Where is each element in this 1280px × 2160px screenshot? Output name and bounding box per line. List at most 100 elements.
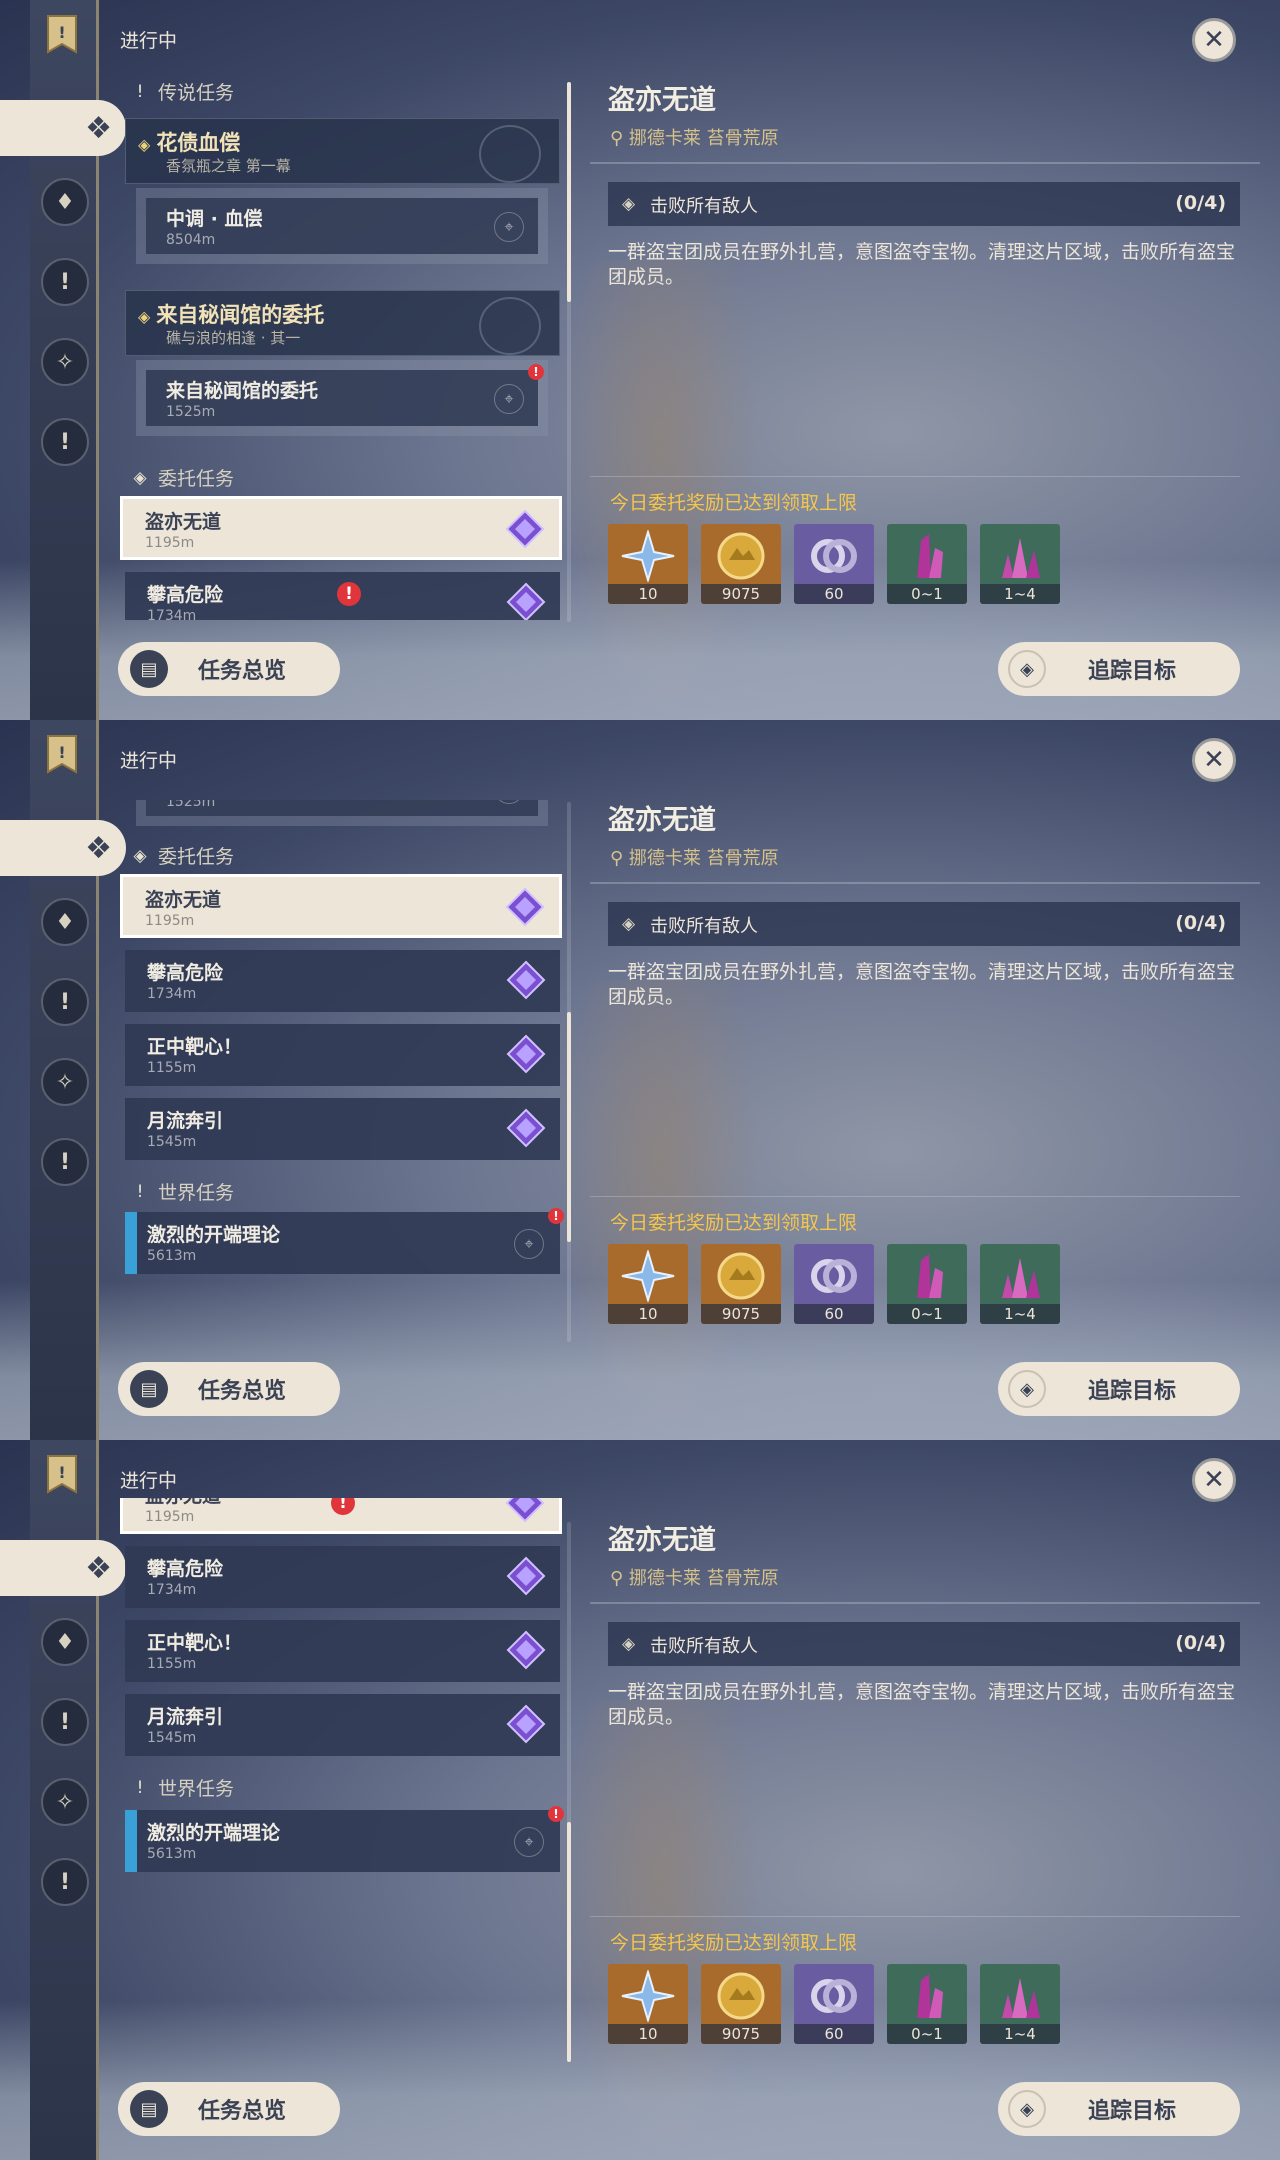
divider	[590, 162, 1260, 164]
reward-adventure-exp[interactable]: 10	[608, 1244, 688, 1324]
scroll-thumb[interactable]	[567, 82, 571, 302]
reward-crystal-ore[interactable]: 0~1	[887, 524, 967, 604]
commission-item[interactable]: 攀高危险 1734m	[125, 950, 560, 1012]
location-pin-icon[interactable]: ⌖	[494, 384, 524, 414]
location-pin-icon[interactable]: ⌖	[514, 1229, 544, 1259]
reward-crystal-ore[interactable]: 0~1	[887, 1964, 967, 2044]
commission-tab[interactable]: ❖	[0, 1540, 126, 1596]
objective-row: ◈ 击败所有敌人 (0/4)	[608, 182, 1240, 226]
reward-companionship-exp[interactable]: 60	[794, 524, 874, 604]
divider	[590, 1916, 1240, 1917]
reward-adventure-exp[interactable]: 10	[608, 524, 688, 604]
location-pin-icon[interactable]: ⌖	[494, 212, 524, 242]
world-quest-item[interactable]: 激烈的开端理论 5613m ⌖ !	[125, 1806, 564, 1872]
quest-overview-button[interactable]: ▤ 任务总览	[118, 642, 340, 696]
commission-tab[interactable]: ❖	[0, 820, 126, 876]
reward-mora[interactable]: 9075	[701, 1964, 781, 2044]
legend-subquest[interactable]: 来自秘闻馆的委托 1525m ⌖ !	[136, 360, 548, 436]
location-pin-icon[interactable]: ⌖	[514, 1827, 544, 1857]
commission-item[interactable]: 攀高危险 1734m !	[125, 572, 560, 620]
track-target-button[interactable]: ◈ 追踪目标	[998, 2082, 1240, 2136]
legend-quest-icon[interactable]: ♦	[41, 1618, 89, 1666]
reward-mora[interactable]: 9075	[701, 524, 781, 604]
quest-diamond-icon: ◈	[138, 307, 151, 326]
reward-crystal-cluster[interactable]: 1~4	[980, 1244, 1060, 1324]
legend-quest-icon[interactable]: ♦	[41, 898, 89, 946]
commission-item[interactable]: 月流奔引 1545m	[125, 1098, 560, 1160]
close-icon: ✕	[1203, 745, 1225, 775]
svg-text:!: !	[58, 1463, 65, 1482]
reward-mora[interactable]: 9075	[701, 1244, 781, 1324]
commission-item[interactable]: 正中靶心！ 1155m	[125, 1620, 560, 1682]
commission-gem-icon	[506, 1704, 546, 1744]
quest-emblem-icon	[479, 297, 541, 355]
quest-diamond-icon: ◈	[138, 135, 151, 154]
objective-diamond-icon: ◈	[622, 194, 636, 214]
legend-subquest[interactable]: 中调 · 血偿 8504m ⌖	[136, 188, 548, 264]
track-target-button[interactable]: ◈ 追踪目标	[998, 1362, 1240, 1416]
event-quest-icon[interactable]: ✧	[41, 338, 89, 386]
commission-item[interactable]: 正中靶心！ 1155m	[125, 1024, 560, 1086]
section-legend: ! 传说任务	[130, 78, 234, 105]
quest-overview-button[interactable]: ▤ 任务总览	[118, 1362, 340, 1416]
event-quest-icon[interactable]: ✧	[41, 1058, 89, 1106]
mora-icon	[717, 1252, 765, 1300]
commission-item[interactable]: 攀高危险 1734m	[125, 1546, 560, 1608]
reward-limit-note: 今日委托奖励已达到领取上限	[610, 492, 858, 514]
commission-item-selected[interactable]: 盗亦无道 1195m !	[120, 1498, 562, 1534]
objective-diamond-icon: ◈	[622, 914, 636, 934]
commission-item[interactable]: 月流奔引 1545m	[125, 1694, 560, 1756]
close-button[interactable]: ✕	[1192, 18, 1236, 62]
quest-description: 一群盗宝团成员在野外扎营，意图盗夺宝物。清理这片区域，击败所有盗宝团成员。	[608, 961, 1236, 1008]
quest-list[interactable]: ! 传说任务 ◈ 花债血偿 香氛瓶之章 第一幕 中调 · 血偿 8504m ⌖ ◈ 来…	[120, 68, 570, 620]
location-pin-icon: ⚲	[610, 128, 629, 149]
reward-adventure-exp[interactable]: 10	[608, 1964, 688, 2044]
exclamation-icon[interactable]: !	[41, 1858, 89, 1906]
alert-icon: !	[548, 1208, 564, 1224]
close-button[interactable]: ✕	[1192, 1458, 1236, 1502]
reward-companionship-exp[interactable]: 60	[794, 1244, 874, 1324]
scroll-thumb[interactable]	[567, 1822, 571, 2062]
commission-item-selected[interactable]: 盗亦无道 1195m	[120, 496, 562, 560]
list-scrollbar[interactable]	[567, 82, 571, 622]
commission-item-selected[interactable]: 盗亦无道 1195m	[120, 874, 562, 938]
quest-description: 一群盗宝团成员在野外扎营，意图盗夺宝物。清理这片区域，击败所有盗宝团成员。	[608, 241, 1236, 288]
exclamation-icon[interactable]: !	[41, 418, 89, 466]
world-quest-icon[interactable]: !	[41, 1698, 89, 1746]
quest-title: 盗亦无道	[608, 805, 716, 836]
reward-crystal-cluster[interactable]: 1~4	[980, 524, 1060, 604]
legend-quest-header[interactable]: ◈ 来自秘闻馆的委托 礁与浪的相逢 · 其一	[125, 290, 560, 356]
commission-gem-icon	[506, 1034, 546, 1074]
legend-quest-icon[interactable]: ♦	[41, 178, 89, 226]
crystal-cluster-icon	[1002, 538, 1040, 578]
world-quest-icon[interactable]: !	[41, 978, 89, 1026]
bookmark-flag-icon[interactable]: !	[45, 14, 79, 54]
quest-list[interactable]: 来自秘闻馆的委托 1525m ⌖ ◈委托任务 盗亦无道 1195m 攀高危险 1…	[120, 800, 570, 1340]
list-scrollbar[interactable]	[567, 1522, 571, 2062]
quest-list[interactable]: 盗亦无道 1195m ! 攀高危险 1734m 正中靶心！ 1155m 月流奔引…	[120, 1498, 570, 2058]
event-quest-icon[interactable]: ✧	[41, 1778, 89, 1826]
quest-screen-1: ! ❖ ♦ ! ✧ ! 进行中 ✕ ! 传说任务 ◈ 花债血偿 香氛瓶之章 第一幕 …	[0, 0, 1280, 720]
section-world: ! 世界任务	[130, 1774, 234, 1801]
reward-companionship-exp[interactable]: 60	[794, 1964, 874, 2044]
legend-quest-header[interactable]: ◈ 花债血偿 香氛瓶之章 第一幕	[125, 118, 560, 184]
reward-crystal-cluster[interactable]: 1~4	[980, 1964, 1060, 2044]
bookmark-flag-icon[interactable]: !	[45, 1454, 79, 1494]
reward-list: 10 9075 60 0~1 1~4	[608, 1964, 1060, 2044]
world-quest-item[interactable]: 激烈的开端理论 5613m ⌖ !	[125, 1208, 564, 1274]
commission-tab[interactable]: ❖	[0, 100, 126, 156]
reward-limit-note: 今日委托奖励已达到领取上限	[610, 1212, 858, 1234]
world-quest-icon[interactable]: !	[41, 258, 89, 306]
legend-subquest[interactable]: 来自秘闻馆的委托 1525m ⌖	[136, 800, 548, 826]
scroll-thumb[interactable]	[567, 1012, 571, 1242]
track-target-button[interactable]: ◈ 追踪目标	[998, 642, 1240, 696]
close-icon: ✕	[1203, 25, 1225, 55]
bookmark-flag-icon[interactable]: !	[45, 734, 79, 774]
reward-crystal-ore[interactable]: 0~1	[887, 1244, 967, 1324]
list-scrollbar[interactable]	[567, 802, 571, 1342]
close-button[interactable]: ✕	[1192, 738, 1236, 782]
exclamation-icon[interactable]: !	[41, 1138, 89, 1186]
track-diamond-icon: ◈	[1008, 650, 1046, 688]
commission-icon: ❖	[85, 830, 112, 866]
quest-overview-button[interactable]: ▤ 任务总览	[118, 2082, 340, 2136]
